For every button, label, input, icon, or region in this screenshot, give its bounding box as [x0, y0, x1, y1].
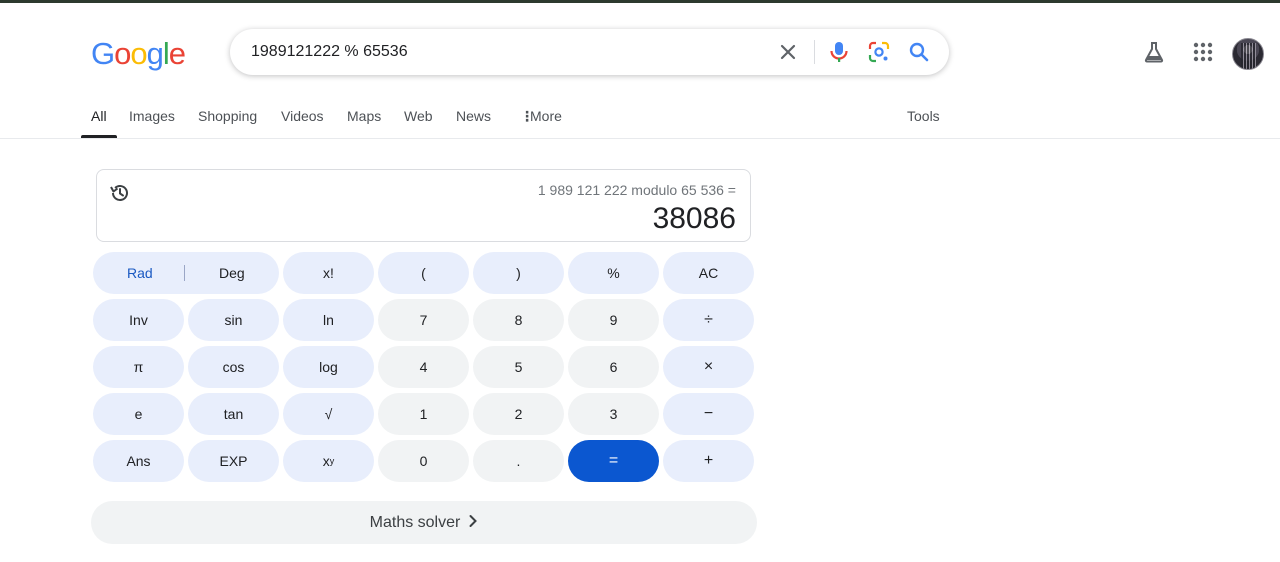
active-tab-underline	[81, 135, 117, 138]
rad-option[interactable]: Rad	[127, 265, 153, 281]
key-4[interactable]: 4	[378, 346, 469, 388]
key-cos[interactable]: cos	[188, 346, 279, 388]
key-close-paren[interactable]: )	[473, 252, 564, 294]
key-0[interactable]: 0	[378, 440, 469, 482]
tab-more-label: More	[530, 108, 562, 124]
lens-icon[interactable]	[866, 39, 892, 65]
key-8[interactable]: 8	[473, 299, 564, 341]
key-multiply[interactable]: ×	[663, 346, 754, 388]
tab-videos[interactable]: Videos	[281, 108, 324, 124]
key-tan[interactable]: tan	[188, 393, 279, 435]
more-vert-icon: ⋮	[520, 108, 534, 124]
avatar[interactable]	[1232, 38, 1264, 70]
key-all-clear[interactable]: AC	[663, 252, 754, 294]
key-power[interactable]: xy	[283, 440, 374, 482]
mic-icon[interactable]	[826, 39, 852, 65]
apps-grid-icon[interactable]	[1189, 38, 1217, 66]
key-1[interactable]: 1	[378, 393, 469, 435]
tab-maps[interactable]: Maps	[347, 108, 381, 124]
key-6[interactable]: 6	[568, 346, 659, 388]
key-ans[interactable]: Ans	[93, 440, 184, 482]
calculator-expression: 1 989 121 222 modulo 65 536 =	[537, 182, 736, 198]
key-percent[interactable]: %	[568, 252, 659, 294]
key-decimal[interactable]: .	[473, 440, 564, 482]
logo-letter: g	[146, 36, 164, 71]
calculator-display: 1 989 121 222 modulo 65 536 = 38086	[96, 169, 751, 242]
key-log[interactable]: log	[283, 346, 374, 388]
tools-button[interactable]: Tools	[907, 108, 940, 124]
key-5[interactable]: 5	[473, 346, 564, 388]
key-factorial[interactable]: x!	[283, 252, 374, 294]
search-icon[interactable]	[906, 39, 932, 65]
deg-option[interactable]: Deg	[219, 265, 245, 281]
history-icon[interactable]	[109, 182, 131, 204]
key-power-base: x	[322, 453, 330, 469]
key-sin[interactable]: sin	[188, 299, 279, 341]
key-subtract[interactable]: −	[663, 393, 754, 435]
logo-letter: G	[91, 36, 115, 71]
logo-letter: o	[130, 36, 147, 71]
key-e[interactable]: e	[93, 393, 184, 435]
searchbox-divider	[814, 40, 815, 64]
tab-news[interactable]: News	[456, 108, 491, 124]
key-equals[interactable]: =	[568, 440, 659, 482]
rad-deg-toggle[interactable]: Rad Deg	[93, 252, 279, 294]
search-tabs: All Images Shopping Videos Maps Web News…	[0, 98, 1280, 139]
key-add[interactable]: +	[663, 440, 754, 482]
labs-flask-icon[interactable]	[1140, 38, 1168, 66]
window-top-border	[0, 0, 1280, 3]
key-pi[interactable]: π	[93, 346, 184, 388]
clear-icon[interactable]	[775, 39, 801, 65]
key-7[interactable]: 7	[378, 299, 469, 341]
calculator-result: 38086	[652, 202, 736, 235]
key-open-paren[interactable]: (	[378, 252, 469, 294]
key-9[interactable]: 9	[568, 299, 659, 341]
key-sqrt[interactable]: √	[283, 393, 374, 435]
search-box[interactable]: 1989121222 % 65536	[230, 29, 949, 75]
key-ln[interactable]: ln	[283, 299, 374, 341]
tab-web[interactable]: Web	[404, 108, 433, 124]
key-inv[interactable]: Inv	[93, 299, 184, 341]
key-divide[interactable]: ÷	[663, 299, 754, 341]
chevron-right-icon	[468, 514, 478, 533]
key-2[interactable]: 2	[473, 393, 564, 435]
logo-letter: o	[114, 36, 131, 71]
google-logo[interactable]: Google	[91, 36, 186, 72]
search-input[interactable]: 1989121222 % 65536	[251, 43, 408, 61]
rad-deg-separator	[184, 265, 185, 281]
tab-images[interactable]: Images	[129, 108, 175, 124]
logo-letter: e	[168, 36, 186, 71]
tab-more[interactable]: ⋮More	[520, 108, 562, 125]
tab-shopping[interactable]: Shopping	[198, 108, 257, 124]
key-power-exponent: y	[329, 456, 335, 466]
key-exp[interactable]: EXP	[188, 440, 279, 482]
tab-all[interactable]: All	[91, 108, 107, 124]
maths-solver-label: Maths solver	[369, 513, 461, 531]
maths-solver-button[interactable]: Maths solver	[91, 501, 757, 544]
key-3[interactable]: 3	[568, 393, 659, 435]
